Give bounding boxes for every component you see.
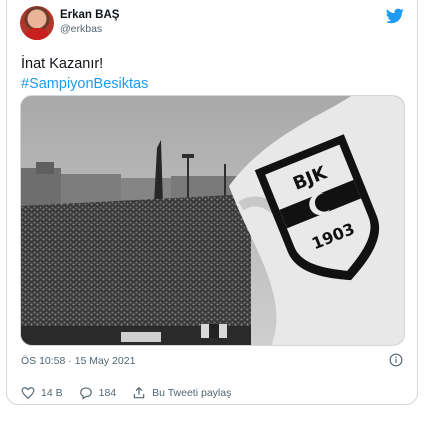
tweet-body: İnat Kazanır! #SampiyonBesiktas (21, 54, 148, 94)
like-button[interactable]: 14 B (21, 386, 63, 400)
like-count: 14 B (41, 387, 63, 399)
share-label: Bu Tweeti paylaş (152, 387, 232, 399)
action-bar: 14 B 184 Bu Tweeti paylaş (21, 384, 247, 402)
photo-crowd-flag: BJK 1903 (21, 96, 404, 345)
author-handle[interactable]: @erkbas (60, 23, 102, 35)
tweet-timestamp[interactable]: ÖS 10:58 · 15 May 2021 (21, 355, 135, 367)
avatar-shirt (25, 28, 49, 40)
twitter-bird-icon[interactable] (386, 8, 404, 24)
reply-count: 184 (98, 387, 117, 399)
tweet-card[interactable]: Erkan BAŞ @erkbas İnat Kazanır! #Sampiyo… (6, 0, 418, 405)
reply-button[interactable]: 184 (79, 386, 117, 400)
hashtag-link[interactable]: #SampiyonBesiktas (21, 74, 148, 94)
reply-icon (79, 387, 92, 400)
tweet-text: İnat Kazanır! (21, 56, 104, 72)
author-name[interactable]: Erkan BAŞ (60, 9, 119, 21)
heart-icon (21, 387, 35, 400)
share-button[interactable]: Bu Tweeti paylaş (132, 386, 231, 400)
avatar[interactable] (20, 6, 54, 40)
share-icon (133, 386, 145, 399)
info-icon[interactable] (389, 353, 403, 367)
tweet-photo[interactable]: BJK 1903 (20, 95, 405, 346)
